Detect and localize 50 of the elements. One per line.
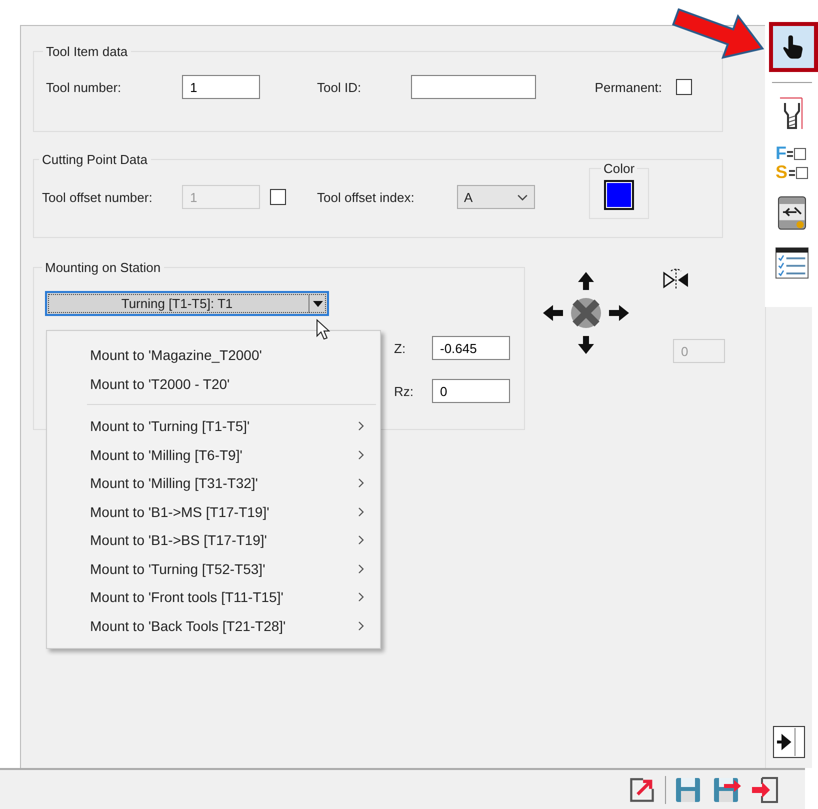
menu-item[interactable]: Mount to 'Milling [T31-T32]' (47, 469, 380, 498)
menu-item[interactable]: Mount to 'Turning [T1-T5]' (47, 412, 380, 440)
menu-item[interactable]: Mount to 'B1->BS [T17-T19]' (47, 526, 380, 554)
save-icon (712, 776, 742, 804)
mouse-cursor-icon (316, 319, 330, 341)
submenu-chevron-icon (358, 564, 364, 574)
station-dropdown[interactable]: Turning [T1-T5]: T1 (45, 291, 329, 316)
section-title: Color (603, 161, 635, 176)
submenu-chevron-icon (358, 620, 364, 631)
rz-field[interactable]: 0 (432, 379, 510, 403)
bottom-toolbar-button[interactable] (750, 776, 780, 804)
color-swatch[interactable] (604, 180, 634, 210)
submenu-chevron-icon (358, 535, 364, 546)
menu-item[interactable]: Mount to 'B1->MS [T17-T19]' (47, 498, 380, 526)
submenu-chevron-icon (358, 506, 364, 517)
submenu-chevron-icon (358, 450, 364, 460)
menu-item[interactable]: Mount to 'Back Tools [T21-T28]' (47, 612, 380, 640)
tool-number-field[interactable]: 1 (182, 75, 260, 99)
field-label: Rz: (393, 384, 414, 398)
submenu-chevron-icon (358, 421, 364, 432)
exit-icon (750, 776, 780, 804)
offset-index-dropdown[interactable]: A (457, 185, 535, 209)
section-title: Tool Item data (46, 44, 128, 59)
menu-item[interactable]: Mount to 'Front tools [T11-T15]' (47, 583, 380, 612)
permanent-checkbox[interactable] (676, 79, 692, 95)
section-title: Mounting on Station (45, 260, 161, 275)
field-label: Permanent: (594, 80, 662, 94)
menu-item[interactable]: Mount to 'Magazine_T2000' (47, 341, 380, 370)
bottom-toolbar-button[interactable] (712, 776, 742, 804)
field-label: Tool offset number: (42, 190, 154, 204)
chevron-icon (517, 194, 528, 200)
field-label: Tool number: (46, 80, 122, 94)
field-label: Tool ID: (317, 80, 362, 94)
menu-item[interactable]: Mount to 'Turning [T52-T53]' (47, 554, 380, 583)
submenu-chevron-icon (358, 592, 364, 602)
export-icon (627, 776, 657, 804)
menu-item[interactable]: Mount to 'Milling [T6-T9]' (47, 440, 380, 469)
bottom-toolbar-button[interactable] (627, 776, 657, 804)
z-field[interactable]: -0.645 (432, 336, 510, 360)
dropdown-arrow-icon (307, 292, 325, 314)
jog-arrows-icon[interactable] (541, 270, 631, 356)
checklist-icon (774, 245, 808, 281)
menu-item[interactable]: Mount to 'T2000 - T20' (47, 370, 380, 398)
collapse-panel-button[interactable] (773, 726, 805, 758)
submenu-chevron-icon (358, 478, 364, 488)
field-label: Tool offset index: (317, 190, 416, 204)
field-label: Z: (394, 340, 407, 356)
toolbar-button[interactable] (768, 22, 818, 72)
tool-id-field[interactable] (411, 75, 536, 99)
section-title: Cutting Point Data (42, 152, 148, 167)
